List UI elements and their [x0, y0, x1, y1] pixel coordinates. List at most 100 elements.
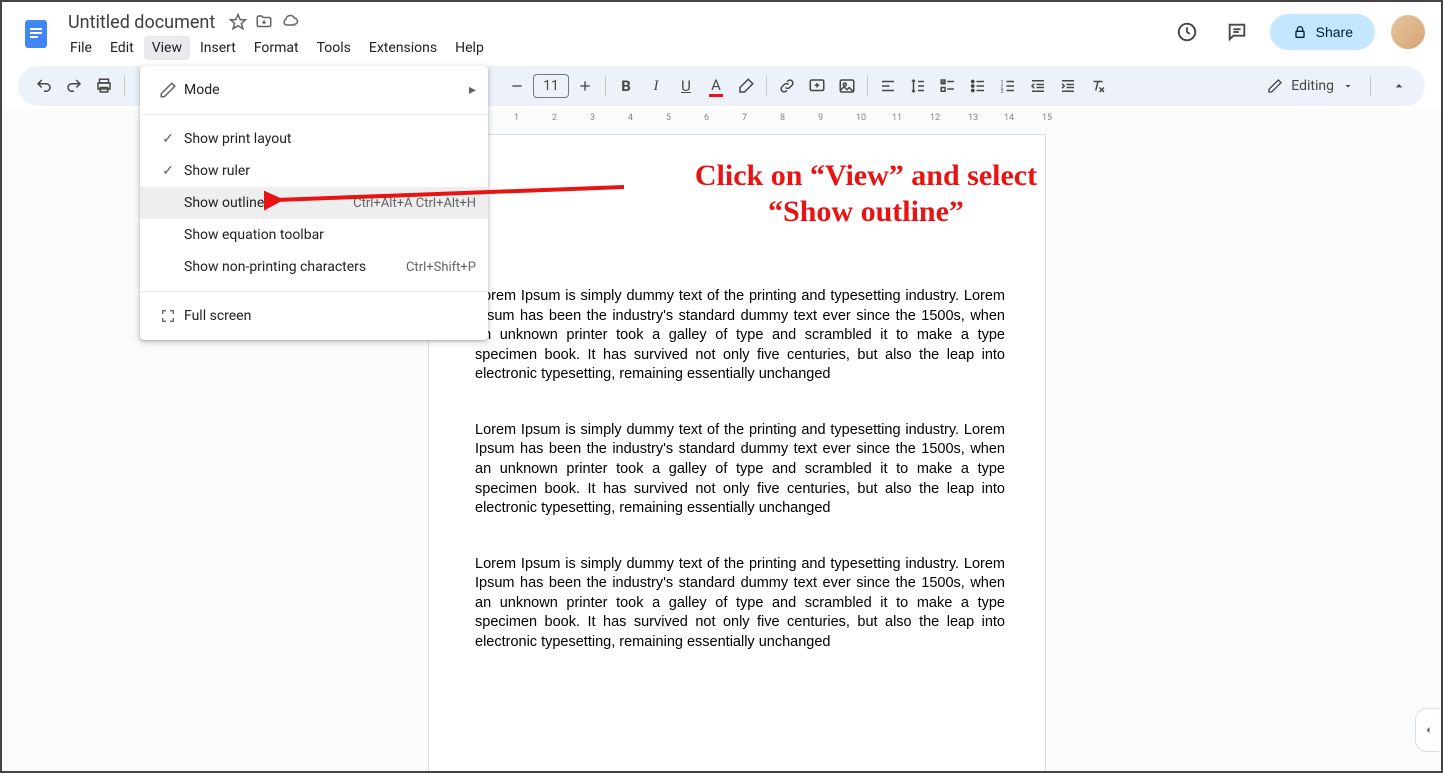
toolbar-separator — [867, 76, 868, 96]
lock-icon — [1292, 24, 1308, 40]
check-icon: ✓ — [152, 131, 184, 147]
collapse-toolbar-icon[interactable] — [1385, 72, 1413, 100]
italic-icon[interactable]: I — [642, 72, 670, 100]
dd-show-ruler[interactable]: ✓ Show ruler — [140, 155, 488, 187]
image-icon[interactable] — [833, 72, 861, 100]
toolbar-separator — [766, 76, 767, 96]
editing-mode-button[interactable]: Editing — [1257, 74, 1364, 98]
document-title[interactable]: Untitled document — [62, 10, 221, 35]
menu-file[interactable]: File — [62, 36, 100, 60]
ruler-tick: 9 — [818, 113, 823, 123]
user-avatar[interactable] — [1391, 15, 1425, 49]
menu-edit[interactable]: Edit — [102, 36, 142, 60]
paragraph[interactable]: Lorem Ipsum is simply dummy text of the … — [475, 555, 1005, 653]
side-panel-toggle[interactable] — [1415, 708, 1439, 752]
ruler-tick: 6 — [704, 113, 709, 123]
menu-extensions[interactable]: Extensions — [361, 36, 445, 60]
dd-mode[interactable]: Mode ▸ — [140, 74, 488, 106]
header-right: Share — [1170, 14, 1425, 50]
ruler-tick: 14 — [1004, 113, 1014, 123]
undo-icon[interactable] — [30, 72, 58, 100]
checklist-icon[interactable] — [934, 72, 962, 100]
ruler-tick: 4 — [628, 113, 633, 123]
ruler-tick: 10 — [856, 113, 866, 123]
dd-label: Show outline — [184, 195, 353, 211]
indent-increase-icon[interactable] — [1054, 72, 1082, 100]
check-icon: ✓ — [152, 163, 184, 179]
dd-separator — [140, 291, 488, 292]
clear-formatting-icon[interactable] — [1084, 72, 1112, 100]
menu-view[interactable]: View — [144, 36, 190, 60]
decrease-size-icon[interactable] — [503, 72, 531, 100]
svg-text:3: 3 — [1001, 89, 1004, 95]
highlight-icon[interactable] — [732, 72, 760, 100]
ruler-tick: 5 — [666, 113, 671, 123]
menu-format[interactable]: Format — [246, 36, 307, 60]
view-dropdown: Mode ▸ ✓ Show print layout ✓ Show ruler … — [140, 66, 488, 340]
paragraph[interactable]: Lorem Ipsum is simply dummy text of the … — [475, 287, 1005, 385]
dd-label: Show non-printing characters — [184, 259, 406, 275]
chevron-down-icon — [1342, 80, 1354, 92]
docs-logo-icon[interactable] — [18, 10, 54, 58]
ruler-tick: 12 — [930, 113, 940, 123]
ruler-tick: 2 — [552, 113, 557, 123]
menubar: File Edit View Insert Format Tools Exten… — [62, 36, 1170, 60]
bullet-list-icon[interactable] — [964, 72, 992, 100]
app-header: Untitled document File Edit View Insert … — [2, 2, 1441, 66]
increase-size-icon[interactable] — [571, 72, 599, 100]
numbered-list-icon[interactable]: 123 — [994, 72, 1022, 100]
dd-fullscreen[interactable]: Full screen — [140, 300, 488, 332]
submenu-arrow-icon: ▸ — [469, 82, 476, 98]
dd-label: Show ruler — [184, 163, 476, 179]
dd-separator — [140, 114, 488, 115]
fullscreen-icon — [152, 308, 184, 324]
menu-tools[interactable]: Tools — [309, 36, 359, 60]
ruler-tick: 13 — [968, 113, 978, 123]
ruler-tick: 7 — [742, 113, 747, 123]
cloud-status-icon[interactable] — [281, 13, 299, 31]
chevron-left-icon — [1422, 724, 1434, 736]
pencil-icon — [152, 81, 184, 99]
star-icon[interactable] — [229, 13, 247, 31]
dd-label: Show equation toolbar — [184, 227, 476, 243]
ruler-tick: 11 — [892, 113, 902, 123]
align-icon[interactable] — [874, 72, 902, 100]
menu-help[interactable]: Help — [447, 36, 492, 60]
indent-decrease-icon[interactable] — [1024, 72, 1052, 100]
editing-label: Editing — [1291, 78, 1334, 94]
paragraph[interactable]: Lorem Ipsum is simply dummy text of the … — [475, 421, 1005, 519]
font-size-input[interactable]: 11 — [533, 74, 569, 98]
move-folder-icon[interactable] — [255, 13, 273, 31]
vertical-ruler[interactable] — [2, 126, 16, 771]
add-comment-icon[interactable] — [803, 72, 831, 100]
ruler-tick: 3 — [590, 113, 595, 123]
pencil-icon — [1267, 78, 1283, 94]
dd-shortcut: Ctrl+Shift+P — [406, 260, 476, 275]
ruler-tick: 8 — [780, 113, 785, 123]
document-page[interactable]: Lorem Ipsum is simply dummy text of the … — [428, 134, 1046, 771]
dd-nonprinting[interactable]: Show non-printing characters Ctrl+Shift+… — [140, 251, 488, 283]
underline-icon[interactable]: U — [672, 72, 700, 100]
link-icon[interactable] — [773, 72, 801, 100]
dd-print-layout[interactable]: ✓ Show print layout — [140, 123, 488, 155]
text-color-icon[interactable]: A — [702, 72, 730, 100]
dd-equation-toolbar[interactable]: Show equation toolbar — [140, 219, 488, 251]
bold-icon[interactable]: B — [612, 72, 640, 100]
toolbar-separator — [1370, 76, 1371, 96]
history-icon[interactable] — [1170, 15, 1204, 49]
dd-label: Full screen — [184, 308, 476, 324]
dd-label: Show print layout — [184, 131, 476, 147]
ruler-tick: 1 — [514, 113, 519, 123]
dd-show-outline[interactable]: Show outline Ctrl+Alt+A Ctrl+Alt+H — [140, 187, 488, 219]
title-area: Untitled document File Edit View Insert … — [62, 10, 1170, 60]
toolbar-separator — [124, 76, 125, 96]
toolbar-separator — [605, 76, 606, 96]
menu-insert[interactable]: Insert — [192, 36, 244, 60]
dd-label: Mode — [184, 82, 469, 98]
line-spacing-icon[interactable] — [904, 72, 932, 100]
redo-icon[interactable] — [60, 72, 88, 100]
ruler-tick: 15 — [1042, 113, 1052, 123]
share-button[interactable]: Share — [1270, 14, 1375, 50]
comments-icon[interactable] — [1220, 15, 1254, 49]
print-icon[interactable] — [90, 72, 118, 100]
